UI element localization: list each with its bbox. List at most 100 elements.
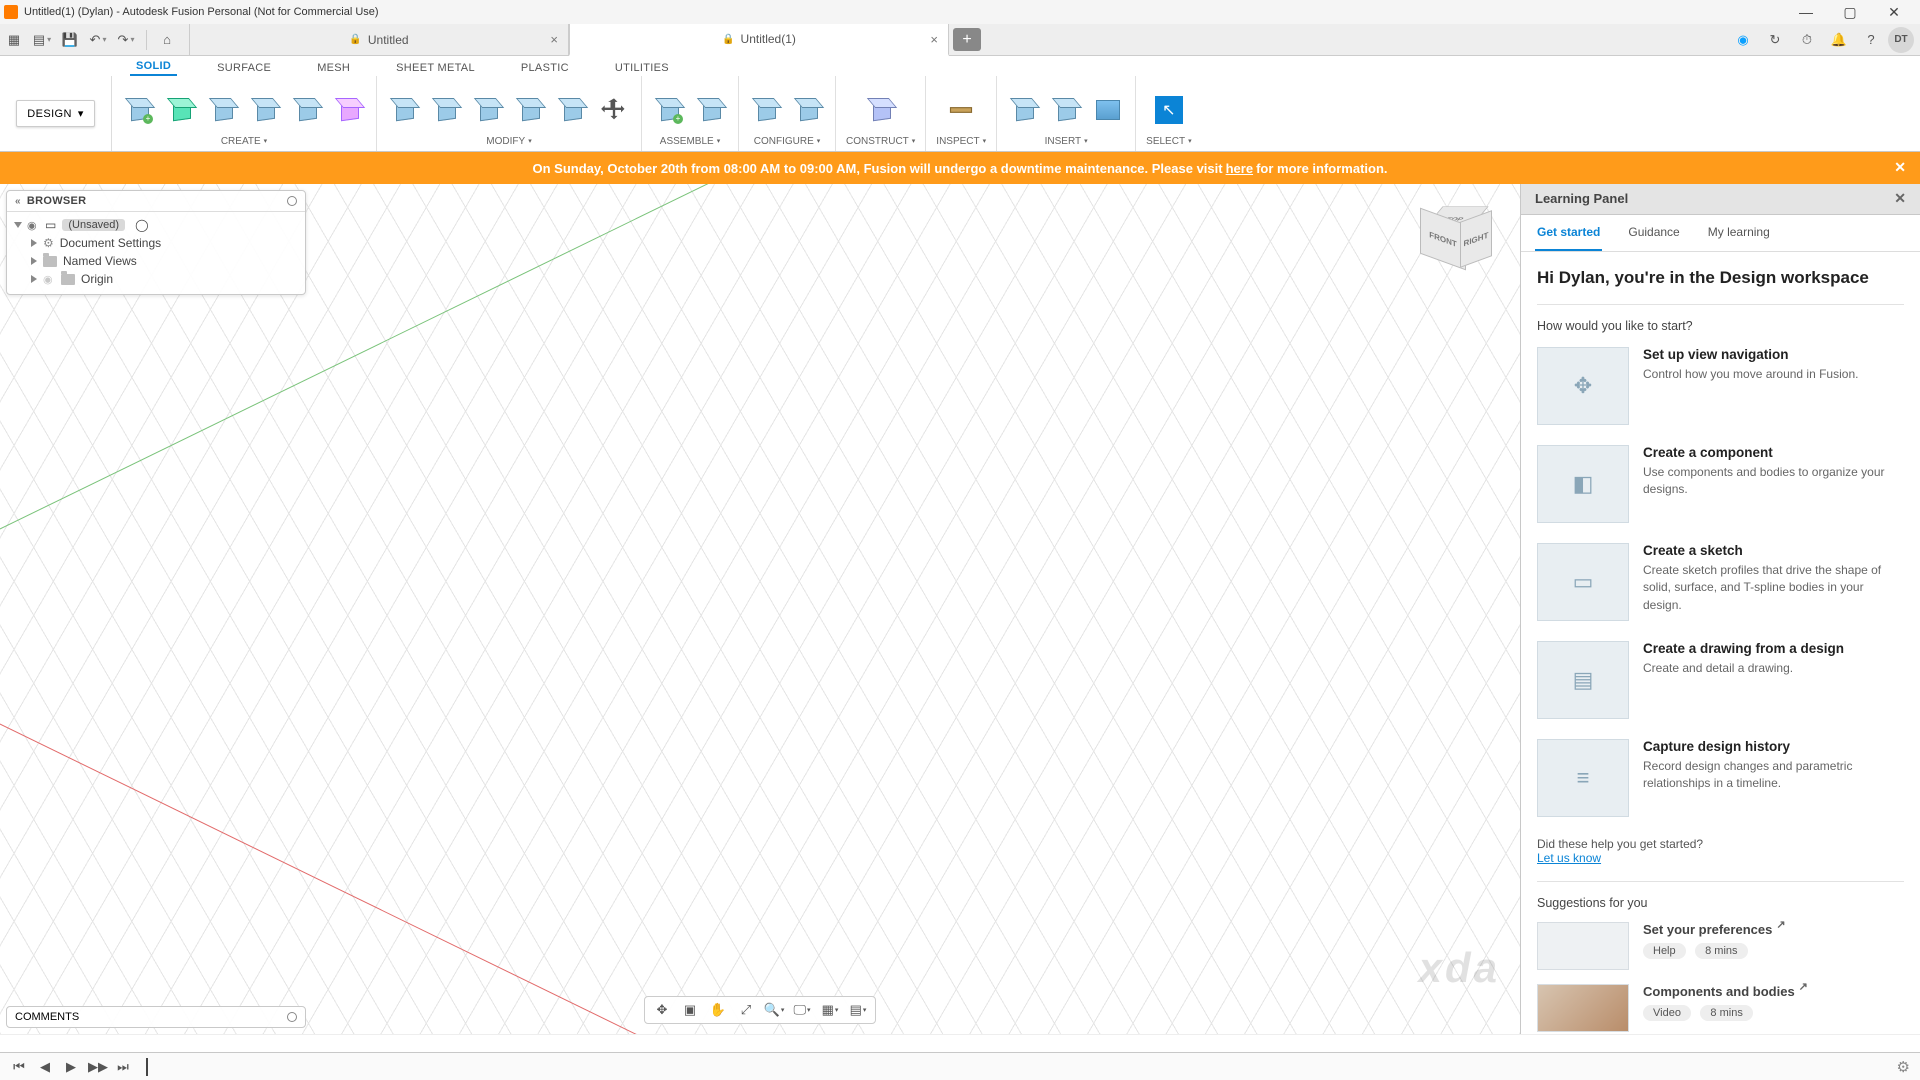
insert-canvas-button[interactable] [1091, 93, 1125, 127]
suggestion-item[interactable]: Set your preferences ↗ Help 8 mins [1537, 922, 1904, 970]
viewport-layout-button[interactable]: ▤▾ [847, 1000, 869, 1020]
minimize-button[interactable]: — [1784, 0, 1828, 24]
ribbon-tab-sheetmetal[interactable]: SHEET METAL [390, 62, 481, 76]
measure-button[interactable] [944, 93, 978, 127]
press-pull-button[interactable] [387, 93, 421, 127]
orbit-button[interactable]: ✥ [651, 1000, 673, 1020]
expand-toggle[interactable] [14, 222, 22, 228]
insert-derive-button[interactable] [1007, 93, 1041, 127]
file-menu-button[interactable]: ▤▾ [28, 26, 56, 54]
group-label[interactable]: ASSEMBLE▾ [660, 133, 720, 149]
workspace-switcher[interactable]: DESIGN▾ [0, 76, 112, 151]
browser-options-button[interactable] [287, 196, 297, 206]
ribbon-tab-utilities[interactable]: UTILITIES [609, 62, 675, 76]
group-label[interactable]: CREATE▾ [221, 133, 267, 149]
group-label[interactable]: CONFIGURE▾ [754, 133, 821, 149]
view-cube[interactable]: TOP FRONT RIGHT [1420, 196, 1492, 268]
sweep-button[interactable] [290, 93, 324, 127]
suggestion-item[interactable]: Components and bodies ↗ Video 8 mins [1537, 984, 1904, 1032]
expand-toggle[interactable] [31, 239, 37, 247]
tree-item[interactable]: ◉ Origin [13, 270, 299, 288]
home-button[interactable]: ⌂ [153, 26, 181, 54]
comments-options-button[interactable] [287, 1012, 297, 1022]
select-button[interactable]: ↖ [1152, 93, 1186, 127]
timeline-marker[interactable] [146, 1058, 148, 1076]
display-settings-button[interactable]: 🖵▾ [791, 1000, 813, 1020]
group-label[interactable]: SELECT▾ [1146, 133, 1191, 149]
create-sketch-button[interactable]: + [122, 93, 156, 127]
pan-button[interactable]: ✋ [707, 1000, 729, 1020]
collapse-browser-button[interactable]: « [15, 196, 21, 207]
move-button[interactable] [597, 93, 631, 127]
close-learning-panel-button[interactable]: ✕ [1894, 190, 1906, 207]
learning-card[interactable]: ✥ Set up view navigationControl how you … [1537, 347, 1904, 425]
document-tab[interactable]: 🔒 Untitled(1) × [569, 24, 949, 56]
offset-face-button[interactable] [555, 93, 589, 127]
look-at-button[interactable]: ▣ [679, 1000, 701, 1020]
expand-toggle[interactable] [31, 275, 37, 283]
group-label[interactable]: MODIFY▾ [486, 133, 531, 149]
group-label[interactable]: INSERT▾ [1045, 133, 1088, 149]
shell-button[interactable] [471, 93, 505, 127]
activate-radio[interactable]: ◯ [135, 218, 148, 232]
dismiss-notice-button[interactable]: ✕ [1894, 159, 1906, 176]
ribbon-tab-solid[interactable]: SOLID [130, 60, 177, 76]
notifications-button[interactable]: 🔔 [1824, 26, 1854, 54]
extrude-button[interactable] [206, 93, 240, 127]
close-tab-button[interactable]: × [930, 32, 938, 47]
tree-root[interactable]: ◉ ▭ (Unsaved) ◯ [13, 216, 299, 234]
browser-panel[interactable]: « BROWSER ◉ ▭ (Unsaved) ◯ ⚙ Document Set… [6, 190, 306, 295]
visibility-toggle[interactable]: ◉ [27, 219, 39, 232]
create-form-button[interactable] [164, 93, 198, 127]
fillet-button[interactable] [429, 93, 463, 127]
updates-button[interactable]: ↻ [1760, 26, 1790, 54]
ribbon-tab-mesh[interactable]: MESH [311, 62, 356, 76]
timeline-play-button[interactable]: ▶ [62, 1059, 80, 1075]
learning-card[interactable]: ▭ Create a sketchCreate sketch profiles … [1537, 543, 1904, 621]
fit-button[interactable]: 🔍▾ [763, 1000, 785, 1020]
close-window-button[interactable]: ✕ [1872, 0, 1916, 24]
group-label[interactable]: INSPECT▾ [936, 133, 986, 149]
undo-button[interactable]: ↶▾ [84, 26, 112, 54]
learning-tab-my-learning[interactable]: My learning [1706, 215, 1772, 251]
construct-plane-button[interactable] [864, 93, 898, 127]
close-tab-button[interactable]: × [550, 32, 558, 47]
comments-panel[interactable]: COMMENTS [6, 1006, 306, 1028]
save-button[interactable]: 💾 [56, 26, 84, 54]
model-viewport[interactable]: « BROWSER ◉ ▭ (Unsaved) ◯ ⚙ Document Set… [0, 184, 1520, 1034]
timeline-start-button[interactable]: ⏮ [10, 1059, 28, 1075]
learning-card[interactable]: ▤ Create a drawing from a designCreate a… [1537, 641, 1904, 719]
feedback-link[interactable]: Let us know [1537, 851, 1601, 865]
timeline-end-button[interactable]: ⏭ [114, 1059, 132, 1075]
job-status-button[interactable]: ⏱ [1792, 26, 1822, 54]
learning-tab-guidance[interactable]: Guidance [1626, 215, 1681, 251]
group-label[interactable]: CONSTRUCT▾ [846, 133, 915, 149]
document-tab[interactable]: 🔒 Untitled × [189, 24, 569, 55]
help-button[interactable]: ? [1856, 26, 1886, 54]
configure-button[interactable] [749, 93, 783, 127]
new-tab-button[interactable]: + [953, 28, 981, 51]
expand-toggle[interactable] [31, 257, 37, 265]
extensions-button[interactable]: ◉ [1728, 26, 1758, 54]
joint-button[interactable] [694, 93, 728, 127]
notice-link[interactable]: here [1226, 161, 1253, 176]
revolve-button[interactable] [248, 93, 282, 127]
timeline-step-forward-button[interactable]: ▶▶ [88, 1059, 106, 1075]
timeline-settings-button[interactable]: ⚙ [1897, 1058, 1910, 1076]
emboss-button[interactable] [332, 93, 366, 127]
zoom-button[interactable]: ⤢ [735, 1000, 757, 1020]
viewcube-right[interactable]: RIGHT [1460, 210, 1492, 268]
combine-button[interactable] [513, 93, 547, 127]
tree-item[interactable]: ⚙ Document Settings [13, 234, 299, 252]
timeline-step-back-button[interactable]: ◀ [36, 1059, 54, 1075]
change-parameters-button[interactable] [791, 93, 825, 127]
visibility-toggle[interactable]: ◉ [43, 273, 55, 286]
ribbon-tab-plastic[interactable]: PLASTIC [515, 62, 575, 76]
tree-item[interactable]: Named Views [13, 252, 299, 270]
data-panel-button[interactable]: ▦ [0, 26, 28, 54]
insert-decal-button[interactable] [1049, 93, 1083, 127]
maximize-button[interactable]: ▢ [1828, 0, 1872, 24]
learning-tab-get-started[interactable]: Get started [1535, 215, 1602, 251]
learning-card[interactable]: ≡ Capture design historyRecord design ch… [1537, 739, 1904, 817]
ribbon-tab-surface[interactable]: SURFACE [211, 62, 277, 76]
